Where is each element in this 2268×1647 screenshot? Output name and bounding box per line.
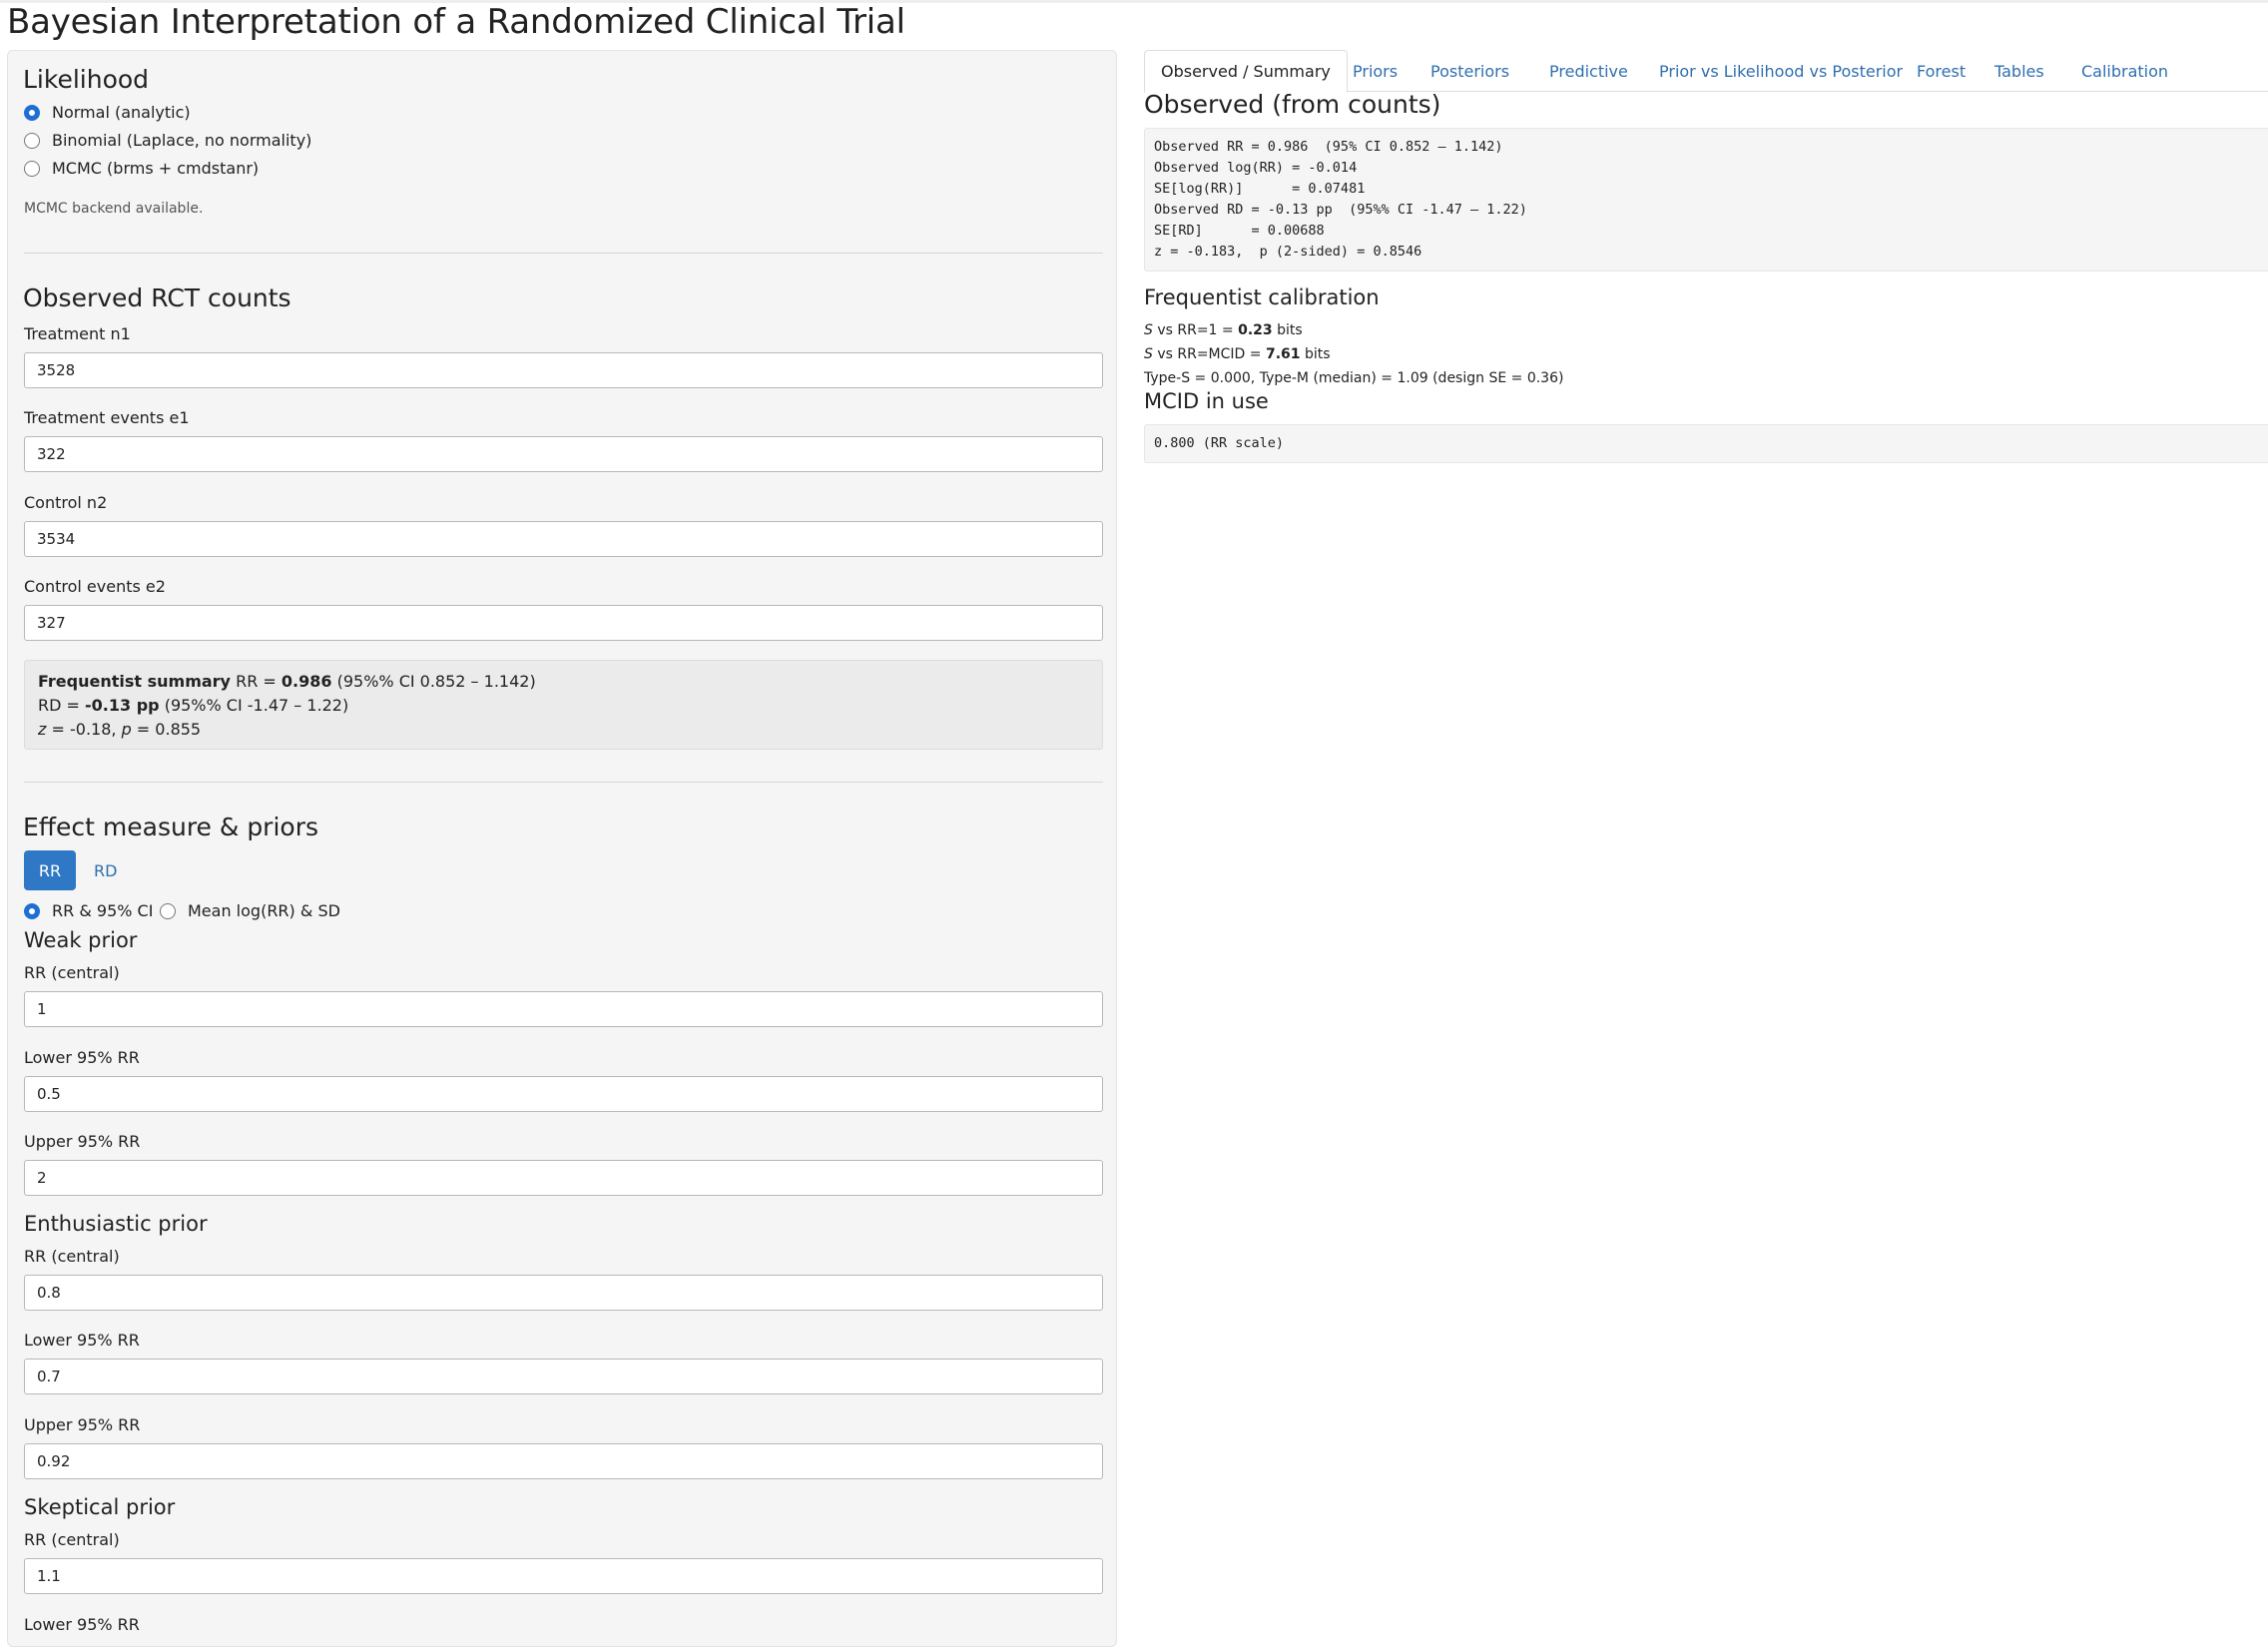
tab-prior-likelihood-posterior[interactable]: Prior vs Likelihood vs Posterior [1643, 50, 1919, 92]
likelihood-option-label: Binomial (Laplace, no normality) [52, 131, 312, 150]
s-value-mcid-line: S vs RR=MCID = 7.61 bits [1144, 346, 1331, 362]
tab-observed-summary[interactable]: Observed / Summary [1144, 50, 1348, 93]
summary-title: Frequentist summary [38, 672, 231, 691]
enthusiastic-upper-label: Upper 95% RR [24, 1415, 141, 1434]
radio-unselected-icon[interactable] [160, 902, 176, 919]
tab-posteriors[interactable]: Posteriors [1415, 50, 1525, 92]
weak-upper-label: Upper 95% RR [24, 1132, 141, 1151]
divider [24, 253, 1103, 254]
summary-rr-ci: (95%% CI 0.852 – 1.142) [336, 672, 536, 691]
observed-line: z = -0.183, p (2-sided) = 0.8546 [1154, 244, 1422, 260]
enthusiastic-central-input[interactable]: 0.8 [24, 1275, 1103, 1311]
frequentist-summary-box: Frequentist summary RR = 0.986 (95%% CI … [24, 660, 1103, 750]
sidebar-panel: Likelihood Normal (analytic) Binomial (L… [7, 50, 1117, 1647]
radio-selected-icon[interactable] [24, 104, 40, 121]
prior-spec-option-mean-sd[interactable]: Mean log(RR) & SD [160, 901, 340, 920]
prior-spec-option-rr-ci[interactable]: RR & 95% CI [24, 901, 153, 920]
likelihood-option-label: MCMC (brms + cmdstanr) [52, 159, 260, 178]
weak-central-label: RR (central) [24, 963, 120, 982]
weak-upper-input[interactable]: 2 [24, 1160, 1103, 1196]
skeptical-central-input[interactable]: 1.1 [24, 1558, 1103, 1594]
tab-tables[interactable]: Tables [1979, 50, 2060, 92]
counts-heading: Observed RCT counts [23, 283, 291, 312]
treatment-n1-label: Treatment n1 [24, 324, 131, 343]
enthusiastic-lower-label: Lower 95% RR [24, 1331, 140, 1350]
skeptical-central-label: RR (central) [24, 1530, 120, 1549]
mcmc-status-text: MCMC backend available. [24, 201, 204, 217]
observed-line: Observed RR = 0.986 (95% CI 0.852 – 1.14… [1154, 139, 1503, 155]
mcid-output: 0.800 (RR scale) [1144, 424, 2268, 463]
summary-rd-line: RD = -0.13 pp (95%% CI -1.47 – 1.22) [38, 694, 1089, 718]
observed-line: Observed RD = -0.13 pp (95%% CI -1.47 – … [1154, 202, 1527, 218]
likelihood-option-binomial[interactable]: Binomial (Laplace, no normality) [24, 131, 311, 150]
weak-lower-label: Lower 95% RR [24, 1048, 140, 1067]
s-null-text: vs RR=1 = [1152, 322, 1239, 338]
tab-forest[interactable]: Forest [1901, 50, 1982, 92]
s-mcid-value: 7.61 [1265, 346, 1301, 362]
observed-line: SE[log(RR)] = 0.07481 [1154, 181, 1366, 197]
page-title: Bayesian Interpretation of a Randomized … [7, 2, 905, 42]
tab-priors[interactable]: Priors [1337, 50, 1414, 92]
skeptical-prior-heading: Skeptical prior [24, 1495, 176, 1519]
enthusiastic-lower-input[interactable]: 0.7 [24, 1359, 1103, 1394]
s-value-null-line: S vs RR=1 = 0.23 bits [1144, 322, 1303, 338]
weak-lower-input[interactable]: 0.5 [24, 1076, 1103, 1112]
likelihood-option-label: Normal (analytic) [52, 103, 191, 122]
measure-tab-rd[interactable]: RD [88, 850, 123, 890]
bits-unit: bits [1300, 346, 1331, 362]
s-mcid-text: vs RR=MCID = [1152, 346, 1266, 362]
weak-central-input[interactable]: 1 [24, 991, 1103, 1027]
control-e2-label: Control events e2 [24, 577, 166, 596]
type-s-m-line: Type-S = 0.000, Type-M (median) = 1.09 (… [1144, 370, 1564, 386]
control-n2-input[interactable]: 3534 [24, 521, 1103, 557]
prior-spec-option-label: RR & 95% CI [52, 901, 154, 920]
s-null-value: 0.23 [1238, 322, 1273, 338]
measure-tab-rr[interactable]: RR [24, 850, 76, 890]
control-e2-input[interactable]: 327 [24, 605, 1103, 641]
observed-output: Observed RR = 0.986 (95% CI 0.852 – 1.14… [1144, 128, 2268, 272]
likelihood-option-mcmc[interactable]: MCMC (brms + cmdstanr) [24, 159, 259, 178]
s-symbol: S [1144, 322, 1153, 338]
bits-unit: bits [1272, 322, 1303, 338]
enthusiastic-upper-input[interactable]: 0.92 [24, 1443, 1103, 1479]
likelihood-option-normal[interactable]: Normal (analytic) [24, 103, 191, 122]
results-tabs: Observed / Summary Priors Posteriors Pre… [1144, 50, 2268, 93]
summary-p-value: = 0.855 [131, 720, 202, 739]
radio-unselected-icon[interactable] [24, 160, 40, 177]
divider [24, 782, 1103, 783]
summary-rr-line: Frequentist summary RR = 0.986 (95%% CI … [38, 670, 1089, 694]
summary-rr-value: 0.986 [281, 672, 332, 691]
treatment-n1-input[interactable]: 3528 [24, 352, 1103, 388]
summary-p-var: p [121, 720, 132, 739]
likelihood-heading: Likelihood [23, 65, 150, 94]
observed-line: SE[RD] = 0.00688 [1154, 223, 1325, 239]
priors-heading: Effect measure & priors [23, 813, 319, 841]
summary-z-value: = -0.18, [46, 720, 122, 739]
summary-rd-ci: (95%% CI -1.47 – 1.22) [164, 696, 349, 715]
radio-selected-icon[interactable] [24, 902, 40, 919]
tab-calibration[interactable]: Calibration [2065, 50, 2184, 92]
observed-heading: Observed (from counts) [1144, 90, 1441, 119]
mcid-heading: MCID in use [1144, 389, 1269, 413]
treatment-e1-label: Treatment events e1 [24, 408, 190, 427]
enthusiastic-prior-heading: Enthusiastic prior [24, 1212, 208, 1236]
observed-line: Observed log(RR) = -0.014 [1154, 160, 1358, 176]
calibration-heading: Frequentist calibration [1144, 285, 1380, 309]
skeptical-lower-label: Lower 95% RR [24, 1615, 140, 1634]
prior-spec-option-label: Mean log(RR) & SD [188, 901, 340, 920]
weak-prior-heading: Weak prior [24, 928, 138, 952]
s-symbol: S [1144, 346, 1153, 362]
enthusiastic-central-label: RR (central) [24, 1247, 120, 1266]
treatment-e1-input[interactable]: 322 [24, 436, 1103, 472]
control-n2-label: Control n2 [24, 493, 108, 512]
summary-rr-prefix: RR = [236, 672, 282, 691]
summary-rd-value: -0.13 pp [85, 696, 160, 715]
tab-predictive[interactable]: Predictive [1533, 50, 1644, 92]
radio-unselected-icon[interactable] [24, 132, 40, 149]
summary-z-line: z = -0.18, p = 0.855 [38, 718, 1089, 742]
summary-rd-prefix: RD = [38, 696, 86, 715]
